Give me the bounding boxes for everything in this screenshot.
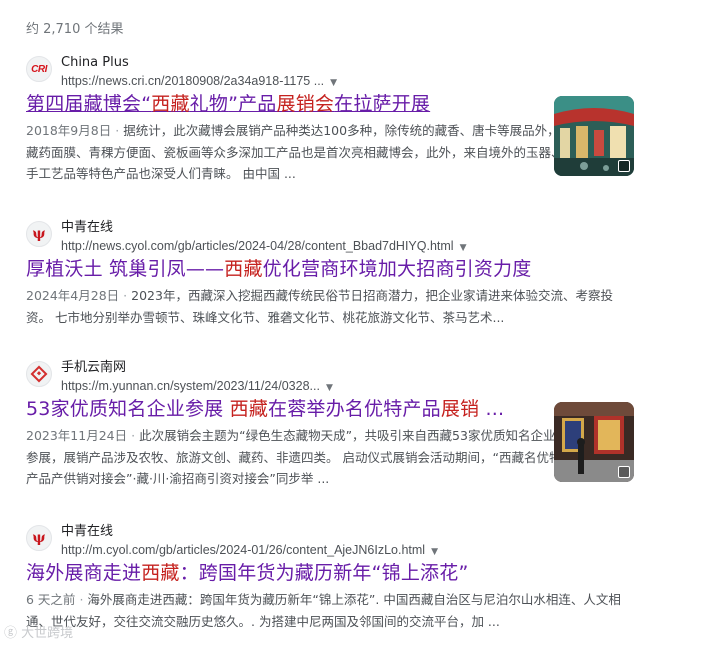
yunnan-logo-icon [26,361,52,387]
cyol-logo-icon: ψ [26,525,52,551]
search-result: 手机云南网 https://m.yunnan.cn/system/2023/11… [26,359,636,490]
result-snippet: 2024年4月28日 · 2023年，西藏深入挖掘西藏传统民俗节日招商潜力，把企业家… [26,288,613,325]
more-options-icon[interactable]: ▼ [330,78,337,88]
result-thumbnail[interactable] [554,96,634,176]
search-result: CRI China Plus https://news.cri.cn/20180… [26,54,636,185]
result-stats: 约 2,710 个结果 [26,22,124,37]
cyol-logo-icon: ψ [26,221,52,247]
result-url: https://m.yunnan.cn/system/2023/11/24/03… [61,379,320,393]
more-options-icon[interactable]: ▼ [326,383,333,393]
result-source[interactable]: ψ 中青在线 http://news.cyol.com/gb/articles/… [26,219,636,253]
result-thumbnail[interactable] [554,402,634,482]
result-title-link[interactable]: 53家优质知名企业参展 西藏在蓉举办名优特产品展销 ... [26,397,636,421]
result-snippet: 2018年9月8日 · 据统计，此次藏博会展销产品种类达100多种，除传统的藏香、唐… [26,123,564,181]
result-url: https://news.cri.cn/20180908/2a34a918-11… [61,74,325,88]
result-source[interactable]: CRI China Plus https://news.cri.cn/20180… [26,54,636,88]
search-result: ψ 中青在线 http://news.cyol.com/gb/articles/… [26,219,636,328]
result-snippet: 2023年11月24日 · 此次展销会主题为“绿色生态藏物天成”，共吸引来自西藏53… [26,428,562,486]
result-title-link[interactable]: 第四届藏博会“西藏礼物”产品展销会在拉萨开展 [26,92,636,116]
result-url: http://news.cyol.com/gb/articles/2024-04… [61,239,454,253]
image-icon [618,466,630,478]
result-title-link[interactable]: 厚植沃土 筑巢引凤——西藏优化营商环境加大招商引资力度 [26,257,636,281]
result-url: http://m.cyol.com/gb/articles/2024-01/26… [61,543,426,557]
more-options-icon[interactable]: ▼ [460,243,467,253]
more-options-icon[interactable]: ▼ [431,547,438,557]
search-result: ψ 中青在线 http://m.cyol.com/gb/articles/202… [26,523,636,632]
site-name: China Plus [61,55,129,70]
site-name: 手机云南网 [61,360,127,375]
cri-logo-icon: CRI [26,56,52,82]
result-source[interactable]: ψ 中青在线 http://m.cyol.com/gb/articles/202… [26,523,636,557]
watermark: ⓖ 大世跨境 [4,626,74,641]
result-title-link[interactable]: 海外展商走进西藏：跨国年货为藏历新年“锦上添花” [26,561,636,585]
site-name: 中青在线 [61,524,114,539]
result-source[interactable]: 手机云南网 https://m.yunnan.cn/system/2023/11… [26,359,636,393]
image-icon [618,160,630,172]
result-snippet: 6 天之前 · 海外展商走进西藏：跨国年货为藏历新年“锦上添花”. 中国西藏自治区与… [26,592,621,629]
site-name: 中青在线 [61,220,114,235]
